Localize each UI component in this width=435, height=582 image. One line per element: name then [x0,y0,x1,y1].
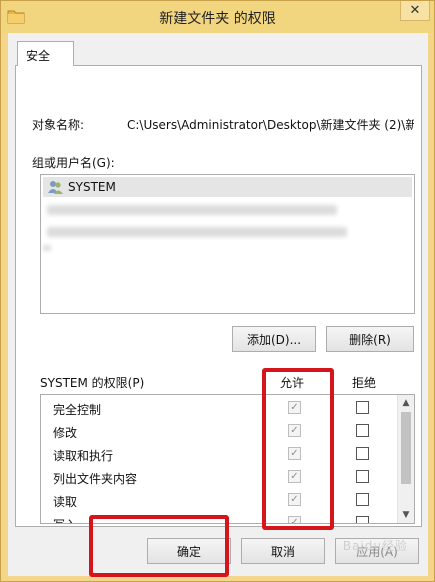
title-bar[interactable]: 新建文件夹 的权限 ✕ [1,1,434,33]
tab-label: 安全 [26,49,51,63]
annotation-highlight-allow [262,368,334,530]
object-path-value: C:\Users\Administrator\Desktop\新建文件夹 (2)… [127,118,414,132]
permission-name: 修改 [53,426,78,440]
users-icon [48,181,63,194]
scroll-up-icon[interactable]: ▲ [398,395,414,411]
redacted-entry [47,205,337,215]
group-item-system[interactable]: SYSTEM [43,177,412,197]
remove-button[interactable]: 删除(R) [326,326,414,352]
permission-name: 读取 [53,495,78,509]
window-title: 新建文件夹 的权限 [159,11,276,27]
permissions-scrollbar[interactable]: ▲ ▼ [397,395,414,523]
permission-name: 完全控制 [53,403,102,417]
cancel-button[interactable]: 取消 [241,538,325,564]
permission-row: 修改 ✓ [41,420,396,443]
permission-name: 写入 [53,516,77,523]
permission-name: 读取和执行 [53,449,114,463]
scroll-down-icon[interactable]: ▼ [398,507,414,523]
annotation-highlight-ok [89,515,229,577]
deny-checkbox[interactable] [356,470,369,483]
close-icon: ✕ [409,3,421,18]
scroll-thumb[interactable] [401,412,411,484]
tab-security[interactable]: 安全 [17,41,74,66]
object-name-label: 对象名称: [32,118,85,132]
dialog-client-area: 安全 对象名称: C:\Users\Administrator\Desktop\… [8,33,428,577]
permission-name: 列出文件夹内容 [53,472,138,486]
permissions-list[interactable]: 完全控制 ✓ 修改 ✓ 读取和执行 ✓ 列出文件夹内容 ✓ 读取 ✓ ✓ ▲ ▼ [40,394,415,524]
group-item-label: SYSTEM [68,180,116,194]
permissions-title: SYSTEM 的权限(P) [40,376,145,390]
security-tab-panel: 对象名称: C:\Users\Administrator\Desktop\新建文… [15,65,422,530]
deny-checkbox[interactable] [356,424,369,437]
deny-checkbox[interactable] [356,447,369,460]
permission-row: 完全控制 ✓ [41,397,396,420]
redacted-entry [47,227,347,237]
redacted-entry [43,245,51,251]
groups-list[interactable]: SYSTEM [40,174,415,314]
permission-row: 读取和执行 ✓ [41,443,396,466]
permission-row: 读取 ✓ [41,489,396,512]
add-button[interactable]: 添加(D)... [232,326,316,352]
permissions-dialog: 新建文件夹 的权限 ✕ 安全 对象名称: C:\Users\Administra… [0,0,435,582]
groups-label: 组或用户名(G): [32,156,115,170]
watermark: Baidu经验 [342,539,408,553]
deny-checkbox[interactable] [356,516,369,523]
close-button[interactable]: ✕ [400,1,430,21]
deny-checkbox[interactable] [356,401,369,414]
deny-checkbox[interactable] [356,493,369,506]
deny-column-header: 拒绝 [352,376,377,390]
permission-row: 列出文件夹内容 ✓ [41,466,396,489]
